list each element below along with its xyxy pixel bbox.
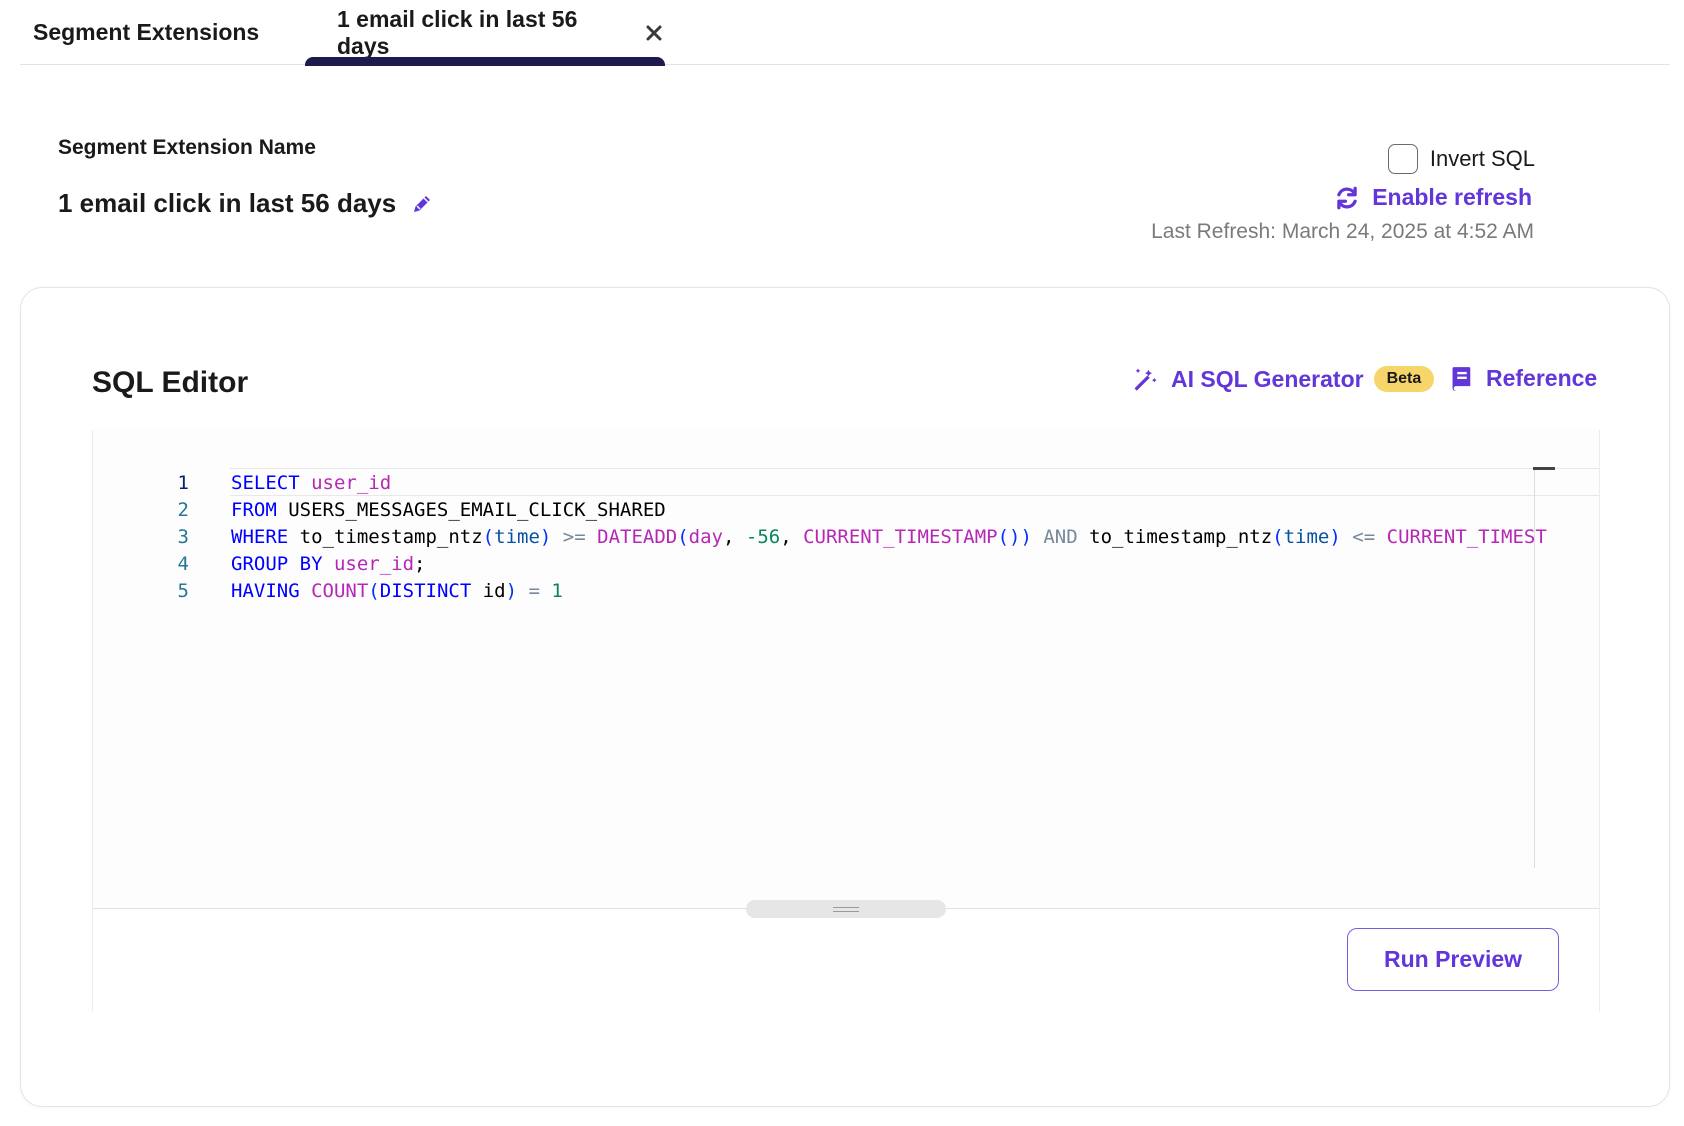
last-refresh-text: Last Refresh: March 24, 2025 at 4:52 AM — [1151, 220, 1534, 243]
code-text: SELECT user_id — [231, 471, 392, 494]
enable-refresh-button[interactable]: Enable refresh — [1334, 184, 1532, 211]
magic-wand-icon — [1134, 368, 1157, 391]
code-area[interactable]: 1 SELECT user_id 2 FROM USERS_MESSAGES_E… — [93, 430, 1599, 908]
sql-editor-title: SQL Editor — [92, 366, 249, 399]
code-text: WHERE to_timestamp_ntz(time) >= DATEADD(… — [231, 525, 1547, 548]
segment-extension-name-label: Segment Extension Name — [58, 136, 316, 159]
pencil-icon[interactable] — [410, 192, 434, 216]
code-line: 1 SELECT user_id — [93, 468, 1593, 497]
tab-label: Segment Extensions — [33, 19, 260, 45]
code-line: 3 WHERE to_timestamp_ntz(time) >= DATEAD… — [93, 522, 1593, 551]
reference-button[interactable]: Reference — [1450, 365, 1597, 392]
line-number: 4 — [177, 552, 189, 575]
enable-refresh-label: Enable refresh — [1372, 184, 1532, 210]
invert-sql-toggle[interactable]: Invert SQL — [1387, 144, 1535, 174]
refresh-icon — [1337, 186, 1357, 209]
code-text: GROUP BY user_id; — [231, 552, 426, 575]
resize-handle[interactable] — [746, 900, 946, 918]
code-text: FROM USERS_MESSAGES_EMAIL_CLICK_SHARED — [231, 498, 666, 521]
code-text: HAVING COUNT(DISTINCT id) = 1 — [231, 579, 563, 602]
close-icon[interactable] — [644, 22, 665, 44]
code-line: 4 GROUP BY user_id; — [93, 549, 1593, 578]
line-number: 5 — [177, 579, 189, 602]
line-number: 3 — [177, 525, 189, 548]
sql-code-editor[interactable]: 1 SELECT user_id 2 FROM USERS_MESSAGES_E… — [92, 430, 1600, 1012]
invert-sql-checkbox[interactable] — [1387, 144, 1418, 174]
reference-label: Reference — [1486, 365, 1598, 391]
scrollbar-marker[interactable] — [1533, 467, 1555, 470]
line-number: 2 — [177, 498, 189, 521]
tab-label: 1 email click in last 56 days — [337, 5, 578, 59]
line-number: 1 — [177, 471, 189, 494]
run-preview-button[interactable]: Run Preview — [1347, 928, 1559, 991]
code-line: 2 FROM USERS_MESSAGES_EMAIL_CLICK_SHARED — [93, 495, 1593, 524]
active-tab-indicator — [305, 57, 665, 66]
beta-badge: Beta — [1373, 366, 1435, 392]
tab-bar: Segment Extensions 1 email click in last… — [20, 0, 1670, 66]
book-icon — [1452, 366, 1471, 391]
segment-extension-name-text: 1 email click in last 56 days — [58, 188, 397, 218]
tab-current-extension[interactable]: 1 email click in last 56 days — [305, 0, 665, 66]
ai-sql-generator-label: AI SQL Generator — [1171, 365, 1364, 392]
code-line: 5 HAVING COUNT(DISTINCT id) = 1 — [93, 576, 1593, 605]
overview-ruler — [1534, 468, 1535, 868]
grip-icon — [833, 906, 859, 912]
invert-sql-label: Invert SQL — [1429, 146, 1535, 171]
tab-segment-extensions[interactable]: Segment Extensions — [33, 0, 259, 65]
segment-extension-name: 1 email click in last 56 days — [58, 188, 434, 219]
editor-footer: Run Preview — [93, 908, 1599, 1012]
ai-sql-generator-button[interactable]: AI SQL Generator Beta — [1131, 365, 1435, 393]
